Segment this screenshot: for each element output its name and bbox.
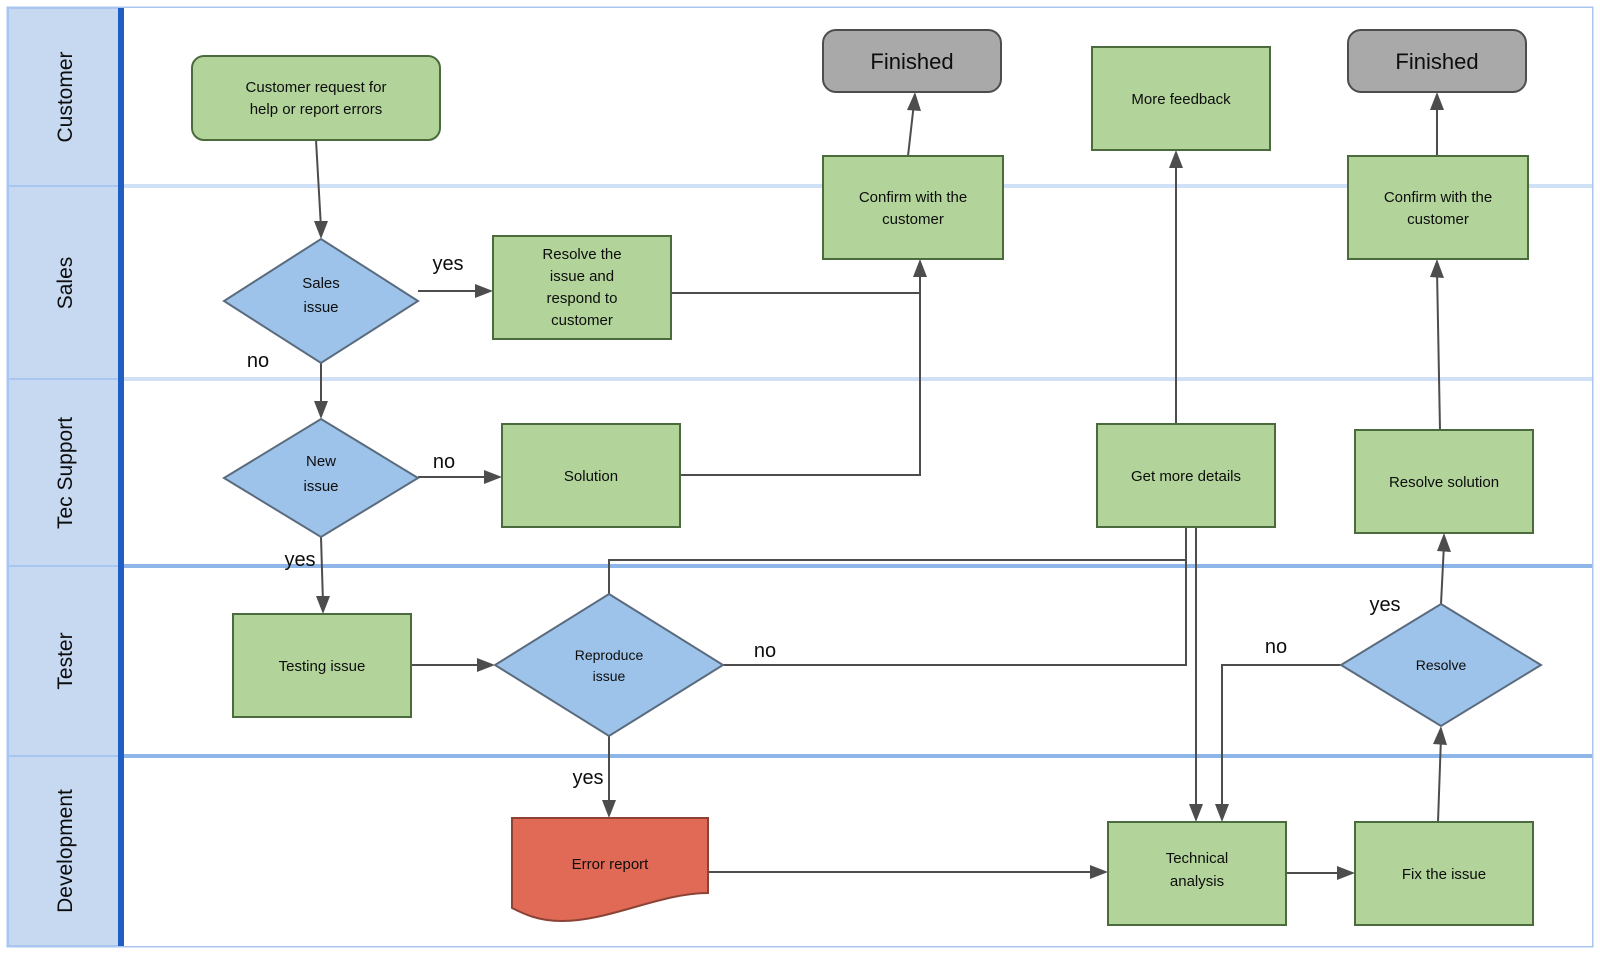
node-label-line-1: Confirm with the <box>1384 189 1492 206</box>
lane-accent-bar <box>118 8 124 946</box>
swimlane-diagram: Customer Sales Tec Support Tester Develo… <box>6 6 1594 948</box>
node-label-line-2: customer <box>882 211 944 228</box>
flowchart-canvas: Customer Sales Tec Support Tester Develo… <box>0 0 1600 972</box>
node-label-line-1: Resolve the <box>542 246 621 263</box>
node-label: Resolve solution <box>1389 474 1499 491</box>
node-label-line-1: Reproduce <box>575 647 644 663</box>
node-label: Testing issue <box>279 658 366 675</box>
node-label-line-3: respond to <box>547 290 618 307</box>
edge-label-reproduce-no: no <box>754 640 776 662</box>
node-solution[interactable]: Solution <box>501 423 681 528</box>
node-label-line-2: issue <box>593 668 626 684</box>
edge-label-resolve-yes: yes <box>1369 594 1400 616</box>
edge-label-resolve-no: no <box>1265 636 1287 658</box>
node-label: Error report <box>572 856 650 873</box>
node-testing-issue[interactable]: Testing issue <box>232 613 412 718</box>
edge-label-new-issue-yes: yes <box>284 549 315 571</box>
node-label-line-2: customer <box>1407 211 1469 228</box>
node-label: Fix the issue <box>1402 866 1486 883</box>
node-resolve-solution[interactable]: Resolve solution <box>1354 429 1534 534</box>
node-label: Solution <box>564 468 618 485</box>
node-label: More feedback <box>1131 91 1231 108</box>
node-technical-analysis[interactable]: Technical analysis <box>1107 821 1287 926</box>
node-confirm-left[interactable]: Confirm with the customer <box>822 155 1004 260</box>
edge-label-sales-no: no <box>247 350 269 372</box>
node-label: Finished <box>870 49 953 74</box>
node-shape[interactable] <box>1347 155 1529 260</box>
node-shape[interactable] <box>191 55 441 141</box>
lane-label-development: Development <box>54 789 77 913</box>
node-label-line-4: customer <box>551 312 613 329</box>
edge-label-new-issue-no: no <box>433 451 455 473</box>
node-more-feedback[interactable]: More feedback <box>1091 46 1271 151</box>
node-finished-right[interactable]: Finished <box>1347 29 1527 93</box>
node-label-line-2: analysis <box>1170 873 1224 890</box>
lane-label-customer: Customer <box>54 51 77 142</box>
node-label-line-2: issue and <box>550 268 614 285</box>
lane-label-tec-support: Tec Support <box>54 417 77 529</box>
node-label-line-1: New <box>306 453 336 470</box>
node-label-line-1: Confirm with the <box>859 189 967 206</box>
node-shape[interactable] <box>822 155 1004 260</box>
node-label-line-1: Sales <box>302 275 340 292</box>
node-resolve-respond[interactable]: Resolve the issue and respond to custome… <box>492 235 672 340</box>
node-label: Resolve <box>1416 657 1467 673</box>
node-get-more-details[interactable]: Get more details <box>1096 423 1276 528</box>
node-label-line-1: Customer request for <box>246 79 387 96</box>
edge-label-reproduce-yes: yes <box>572 767 603 789</box>
node-fix-the-issue[interactable]: Fix the issue <box>1354 821 1534 926</box>
node-label: Finished <box>1395 49 1478 74</box>
edge-label-sales-yes: yes <box>432 253 463 275</box>
node-finished-left[interactable]: Finished <box>822 29 1002 93</box>
node-label-line-2: issue <box>303 299 338 316</box>
node-label-line-2: help or report errors <box>250 101 383 118</box>
lane-label-tester: Tester <box>54 632 77 689</box>
node-customer-request[interactable]: Customer request for help or report erro… <box>191 55 441 141</box>
node-label: Get more details <box>1131 468 1241 485</box>
lane-label-sales: Sales <box>54 257 77 310</box>
node-confirm-right[interactable]: Confirm with the customer <box>1347 155 1529 260</box>
node-label-line-2: issue <box>303 478 338 495</box>
node-label-line-1: Technical <box>1166 850 1229 867</box>
